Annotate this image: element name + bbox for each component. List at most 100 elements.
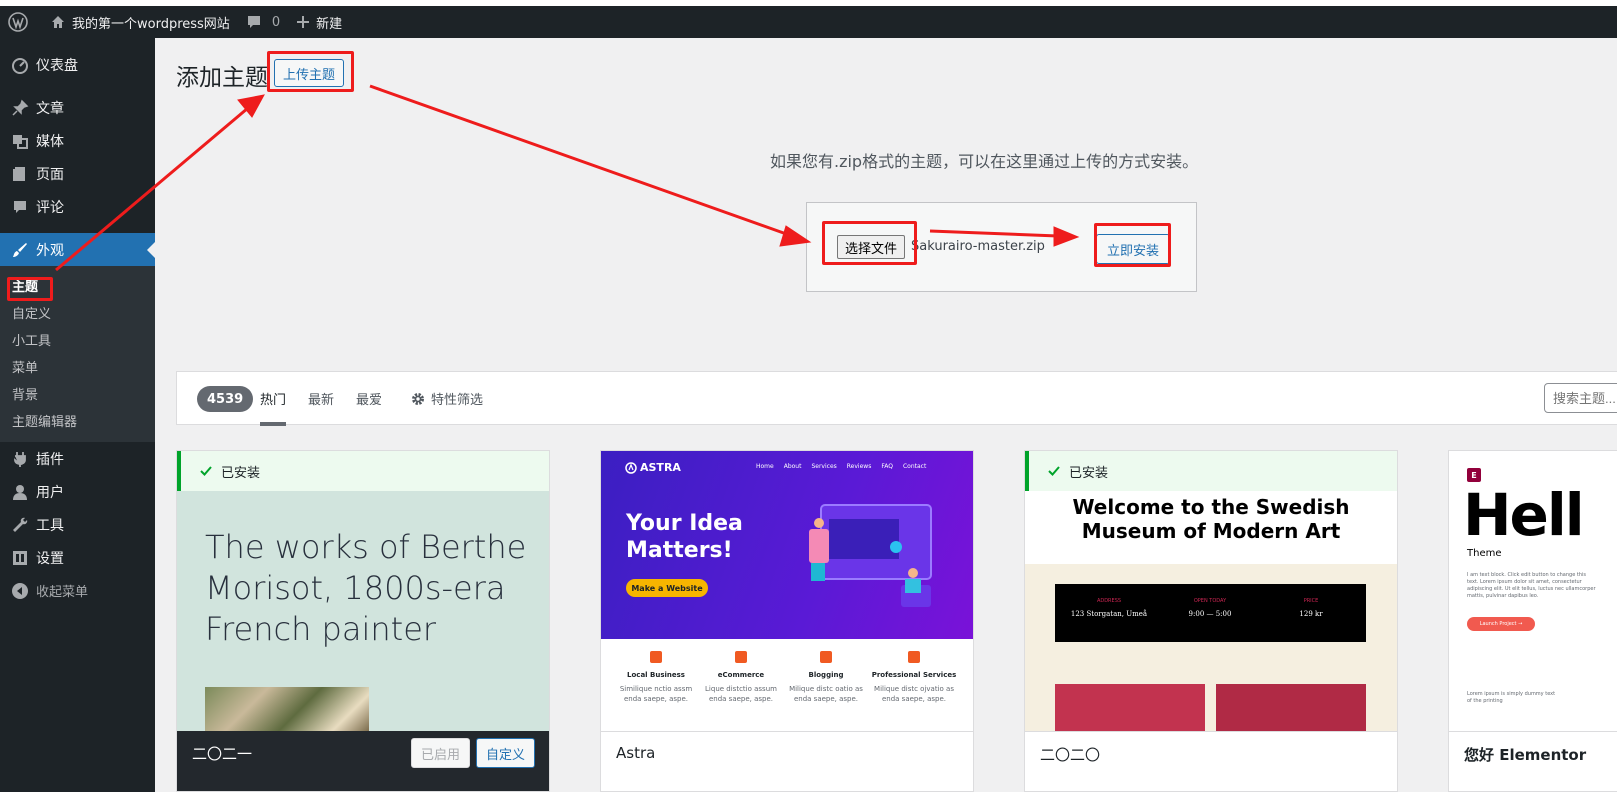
upload-form: 选择文件 Sakurairo-master.zip 立即安装 bbox=[806, 202, 1197, 292]
menu-label: 仪表盘 bbox=[36, 57, 78, 74]
menu-collapse[interactable]: 收起菜单 bbox=[0, 574, 155, 607]
tab-popular[interactable]: 热门 bbox=[260, 389, 287, 426]
info-col: OPEN TODAY 9:00 — 5:00 bbox=[1160, 598, 1260, 618]
menu-pages[interactable]: 页面 bbox=[0, 157, 155, 190]
hello-launch-button: Launch Project → bbox=[1467, 617, 1535, 631]
info-value: 129 kr bbox=[1299, 610, 1323, 618]
hello-lower-text: Lorem ipsum is simply dummy text of the … bbox=[1467, 691, 1556, 704]
theme-screenshot: E Hell Theme I am text block. Click edit… bbox=[1449, 451, 1617, 731]
submenu-menus[interactable]: 菜单 bbox=[0, 353, 155, 380]
customize-button[interactable]: 自定义 bbox=[475, 738, 535, 768]
main-content: 添加主题 上传主题 如果您有.zip格式的主题，可以在这里通过上传的方式安装。 … bbox=[155, 38, 1617, 792]
hello-big-text: Hell bbox=[1463, 481, 1585, 549]
menu-appearance[interactable]: 外观 bbox=[0, 233, 155, 266]
service-desc: Milique distc ojvatio as enda saepe, asp… bbox=[874, 685, 954, 703]
selected-file-name: Sakurairo-master.zip bbox=[911, 239, 1045, 254]
theme-screenshot: ASTRA Home About Services Reviews FAQ Co… bbox=[601, 451, 973, 731]
submenu-widgets[interactable]: 小工具 bbox=[0, 326, 155, 353]
illustration-icon bbox=[809, 504, 932, 607]
person-icon bbox=[908, 651, 920, 663]
install-now-button[interactable]: 立即安装 bbox=[1096, 234, 1171, 264]
menu-posts[interactable]: 文章 bbox=[0, 91, 155, 124]
tab-latest[interactable]: 最新 bbox=[308, 389, 334, 408]
theme-filter-bar: 4539 热门 最新 最爱 特性筛选 bbox=[176, 371, 1617, 426]
site-name-link[interactable]: 我的第一个wordpress网站 bbox=[42, 6, 238, 38]
hello-subtitle: Theme bbox=[1467, 548, 1502, 559]
comments-link[interactable]: 0 bbox=[238, 6, 288, 38]
upload-theme-button[interactable]: 上传主题 bbox=[274, 59, 345, 87]
menu-label: 插件 bbox=[36, 451, 64, 468]
painting-image bbox=[205, 687, 369, 731]
theme-card-twentytwentyone[interactable]: The works of Berthe Morisot, 1800s-era F… bbox=[176, 450, 550, 792]
theme-card-astra[interactable]: ASTRA Home About Services Reviews FAQ Co… bbox=[600, 450, 974, 792]
astra-service: eCommerce Lique distctio assum enda saep… bbox=[696, 651, 786, 704]
service-desc: Milique distc oatio as enda saepe, aspe. bbox=[789, 685, 863, 703]
pencil-icon bbox=[820, 651, 832, 663]
menu-dashboard[interactable]: 仪表盘 bbox=[0, 48, 155, 81]
cart-icon bbox=[735, 651, 747, 663]
theme-card-hello-elementor[interactable]: E Hell Theme I am text block. Click edit… bbox=[1448, 450, 1617, 792]
menu-settings[interactable]: 设置 bbox=[0, 541, 155, 574]
submenu-themes[interactable]: 主题 bbox=[0, 272, 155, 299]
info-col: PRICE 129 kr bbox=[1261, 598, 1361, 618]
tab-favorites[interactable]: 最爱 bbox=[356, 389, 382, 408]
page-title: 添加主题 bbox=[176, 65, 268, 91]
menu-tools[interactable]: 工具 bbox=[0, 508, 155, 541]
astra-nav-item: FAQ bbox=[881, 463, 893, 470]
feature-filter-button[interactable]: 特性筛选 bbox=[411, 389, 483, 408]
menu-label: 文章 bbox=[36, 100, 64, 117]
theme-count-badge: 4539 bbox=[197, 386, 254, 412]
astra-hero: ASTRA Home About Services Reviews FAQ Co… bbox=[601, 451, 973, 639]
media-icon bbox=[10, 131, 30, 151]
menu-users[interactable]: 用户 bbox=[0, 475, 155, 508]
theme-screenshot: Welcome to the Swedish Museum of Modern … bbox=[1025, 451, 1397, 731]
service-title: Professional Services bbox=[871, 671, 957, 679]
astra-nav-item: Services bbox=[811, 463, 837, 470]
home-icon bbox=[52, 16, 64, 28]
settings-icon bbox=[10, 548, 30, 568]
service-title: Blogging bbox=[808, 671, 844, 679]
menu-label: 收起菜单 bbox=[36, 585, 89, 600]
menu-label: 用户 bbox=[36, 484, 64, 501]
service-title: Local Business bbox=[627, 671, 685, 679]
astra-cta: Make a Website bbox=[626, 579, 708, 597]
comment-icon bbox=[10, 197, 30, 217]
theme-name-bar: Astra bbox=[601, 731, 973, 791]
brush-icon bbox=[10, 240, 30, 260]
menu-plugins[interactable]: 插件 bbox=[0, 442, 155, 475]
theme-search-input[interactable] bbox=[1544, 383, 1617, 413]
theme-name-bar: 您好 Elementor bbox=[1449, 731, 1617, 791]
theme-name: Astra bbox=[616, 744, 656, 762]
installed-notice: 已安装 bbox=[177, 451, 549, 491]
museum-title: Welcome to the Swedish Museum of Modern … bbox=[1072, 495, 1350, 543]
wordpress-logo-button[interactable] bbox=[0, 6, 42, 38]
service-desc: Similique nctio assm enda saepe, aspe. bbox=[619, 685, 693, 703]
info-label: OPEN TODAY bbox=[1193, 598, 1227, 604]
checkmark-icon bbox=[200, 466, 212, 476]
new-content-link[interactable]: 新建 bbox=[288, 6, 350, 38]
astra-hero-title: Your Idea Matters! bbox=[626, 511, 743, 563]
astra-nav-item: Home bbox=[756, 463, 774, 470]
art-image bbox=[1055, 684, 1205, 731]
checkmark-icon bbox=[1048, 466, 1060, 476]
astra-service: Professional Services Milique distc ojva… bbox=[869, 651, 959, 704]
theme-name-bar: 二〇二〇 bbox=[1025, 731, 1397, 791]
submenu-customize[interactable]: 自定义 bbox=[0, 299, 155, 326]
theme-card-twentytwenty[interactable]: Welcome to the Swedish Museum of Modern … bbox=[1024, 450, 1398, 792]
theme-name: 二〇二一 bbox=[192, 745, 253, 763]
store-icon bbox=[650, 651, 662, 663]
menu-comments[interactable]: 评论 bbox=[0, 190, 155, 223]
service-title: eCommerce bbox=[717, 671, 765, 679]
astra-nav-item: Contact bbox=[902, 463, 927, 470]
admin-sidebar: 仪表盘 文章 媒体 页面 评论 外观 主题 自定义 小工具 菜单 背景 主题编辑… bbox=[0, 38, 155, 792]
admin-bar: 我的第一个wordpress网站 0 新建 bbox=[0, 6, 1617, 38]
dashboard-icon bbox=[10, 55, 30, 75]
theme-name: 二〇二〇 bbox=[1040, 746, 1101, 764]
menu-media[interactable]: 媒体 bbox=[0, 124, 155, 157]
submenu-theme-editor[interactable]: 主题编辑器 bbox=[0, 407, 155, 434]
pin-icon bbox=[10, 98, 30, 118]
submenu-background[interactable]: 背景 bbox=[0, 380, 155, 407]
choose-file-button[interactable]: 选择文件 bbox=[837, 235, 906, 259]
collapse-icon bbox=[10, 581, 30, 601]
hello-body-text: I am text block. Click edit button to ch… bbox=[1467, 572, 1596, 599]
